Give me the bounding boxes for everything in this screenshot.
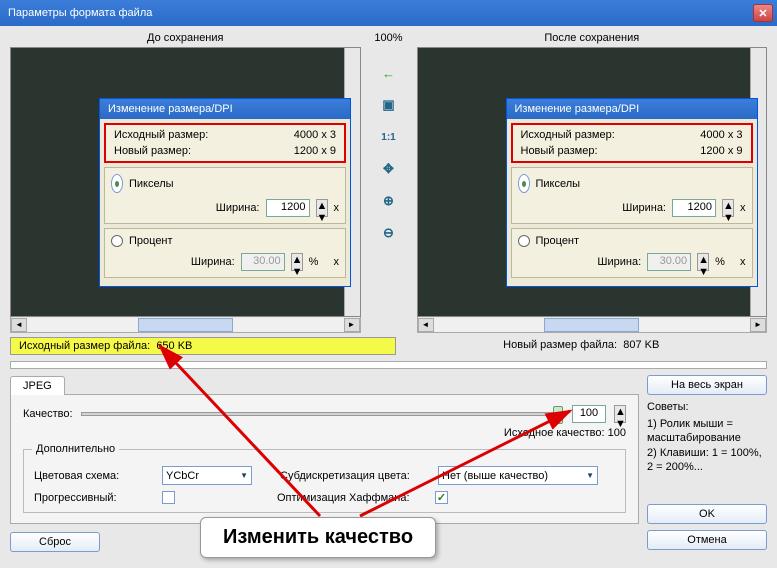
after-label: После сохранения	[417, 32, 768, 44]
scroll-right-icon[interactable]: ►	[344, 318, 360, 332]
back-icon[interactable]: ←	[380, 64, 398, 82]
radio-percent[interactable]	[518, 235, 530, 247]
scroll-left-icon[interactable]: ◄	[11, 318, 27, 332]
new-filesize: Новый размер файла: 807 KB	[396, 337, 768, 355]
radio-pixels[interactable]	[111, 174, 123, 193]
chevron-down-icon: ▼	[586, 471, 594, 480]
quality-label: Качество:	[23, 408, 73, 420]
quality-slider[interactable]	[81, 412, 564, 416]
tip-1: 1) Ролик мыши = масштабирование	[647, 417, 767, 446]
before-label: До сохранения	[10, 32, 361, 44]
spinner[interactable]: ▲▼	[316, 199, 328, 217]
spinner[interactable]: ▲▼	[291, 253, 303, 271]
ok-button[interactable]: OK	[647, 504, 767, 524]
resize-title: Изменение размера/DPI	[100, 99, 350, 119]
window-title: Параметры формата файла	[8, 7, 152, 19]
width-px-input[interactable]: 1200	[266, 199, 310, 217]
progress-bar	[10, 361, 767, 369]
zoom-out-icon[interactable]: ⊖	[380, 224, 398, 242]
radio-pixels[interactable]	[518, 174, 530, 193]
scrollbar-horizontal[interactable]: ◄ ►	[417, 317, 768, 333]
move-icon[interactable]: ✥	[380, 160, 398, 178]
zoom-label: 100%	[365, 32, 413, 44]
progressive-checkbox[interactable]	[162, 491, 175, 504]
zoom-in-icon[interactable]: ⊕	[380, 192, 398, 210]
tip-2: 2) Клавиши: 1 = 100%, 2 = 200%...	[647, 446, 767, 475]
width-px-input[interactable]: 1200	[672, 199, 716, 217]
close-icon[interactable]: ✕	[753, 4, 773, 22]
preview-after[interactable]: Изменение размера/DPI Исходный размер:40…	[417, 47, 768, 317]
orig-quality-label: Исходное качество: 100	[23, 427, 626, 439]
huffman-checkbox[interactable]: ✓	[435, 491, 448, 504]
cancel-button[interactable]: Отмена	[647, 530, 767, 550]
quality-spinner[interactable]: ▲▼	[614, 405, 626, 423]
one-to-one-icon[interactable]: 1:1	[380, 128, 398, 146]
orig-filesize: Исходный размер файла: 650 KB	[10, 337, 396, 355]
width-pct-input: 30.00	[241, 253, 285, 271]
resize-dialog: Изменение размера/DPI Исходный размер:40…	[99, 98, 351, 287]
reset-button[interactable]: Сброс	[10, 532, 100, 552]
fullscreen-button[interactable]: На весь экран	[647, 375, 767, 395]
quality-value-input[interactable]: 100	[572, 405, 606, 423]
chevron-down-icon: ▼	[240, 471, 248, 480]
fit-icon[interactable]: ▣	[380, 96, 398, 114]
resize-dialog: Изменение размера/DPI Исходный размер:40…	[506, 98, 758, 287]
radio-percent[interactable]	[111, 235, 123, 247]
scrollbar-horizontal[interactable]: ◄ ►	[10, 317, 361, 333]
extra-group-title: Дополнительно	[32, 443, 119, 455]
titlebar: Параметры формата файла ✕	[0, 0, 777, 26]
size-info-box: Исходный размер:4000 x 3 Новый размер:12…	[104, 123, 346, 163]
tips-title: Советы:	[647, 401, 767, 413]
colorscheme-select[interactable]: YCbCr▼	[162, 466, 252, 485]
preview-before[interactable]: Изменение размера/DPI Исходный размер:40…	[10, 47, 361, 317]
annotation-label: Изменить качество	[200, 517, 436, 558]
subsampling-select[interactable]: Нет (выше качество)▼	[438, 466, 598, 485]
tab-jpeg[interactable]: JPEG	[10, 376, 65, 395]
